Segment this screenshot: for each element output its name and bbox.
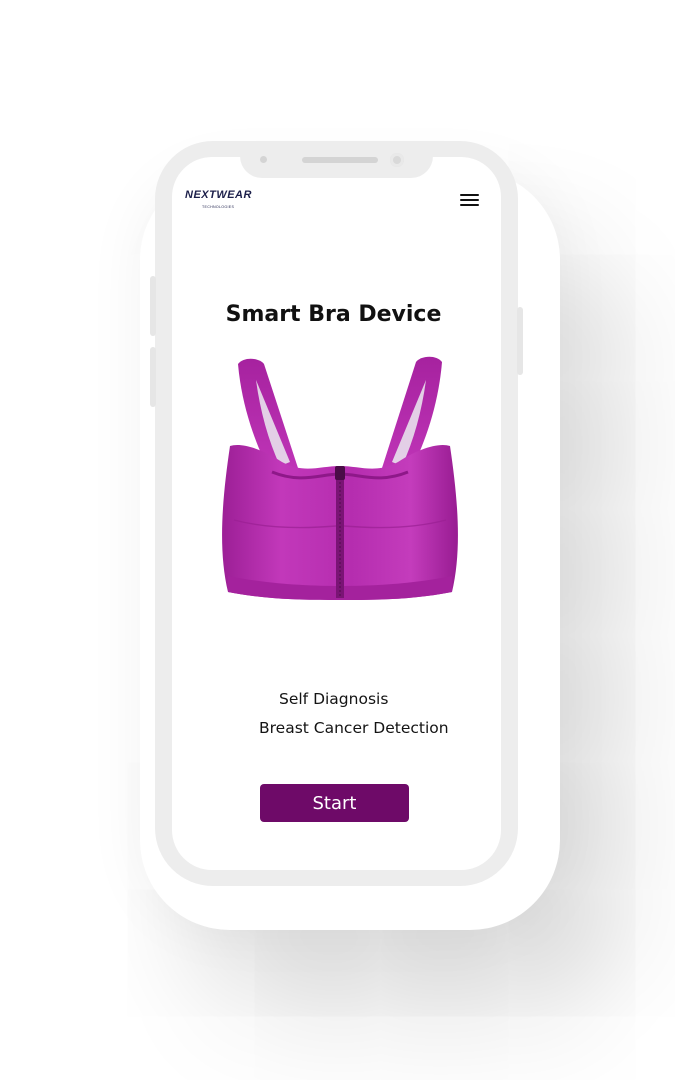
feature-breast-cancer-detection: Breast Cancer Detection [259,719,449,737]
logo-subtext: TECHNOLOGIES [202,205,235,209]
feature-self-diagnosis: Self Diagnosis [279,690,389,708]
phone-volume-down-button [150,347,156,407]
mockup-stage: NEXTWEAR TECHNOLOGIES Smart Bra Device S… [0,0,675,1080]
page-title: Smart Bra Device [225,302,442,327]
phone-volume-up-button [150,276,156,336]
hamburger-menu-icon[interactable] [458,190,482,210]
phone-power-button [517,307,523,375]
sensor-dot [260,156,267,163]
front-camera [390,153,404,167]
logo-wordmark: NEXTWEAR [185,189,252,201]
start-button[interactable]: Start [260,784,409,822]
earpiece-speaker [302,157,378,163]
nextwear-logo[interactable]: NEXTWEAR TECHNOLOGIES [185,189,251,213]
smart-bra-product-image [222,356,458,600]
